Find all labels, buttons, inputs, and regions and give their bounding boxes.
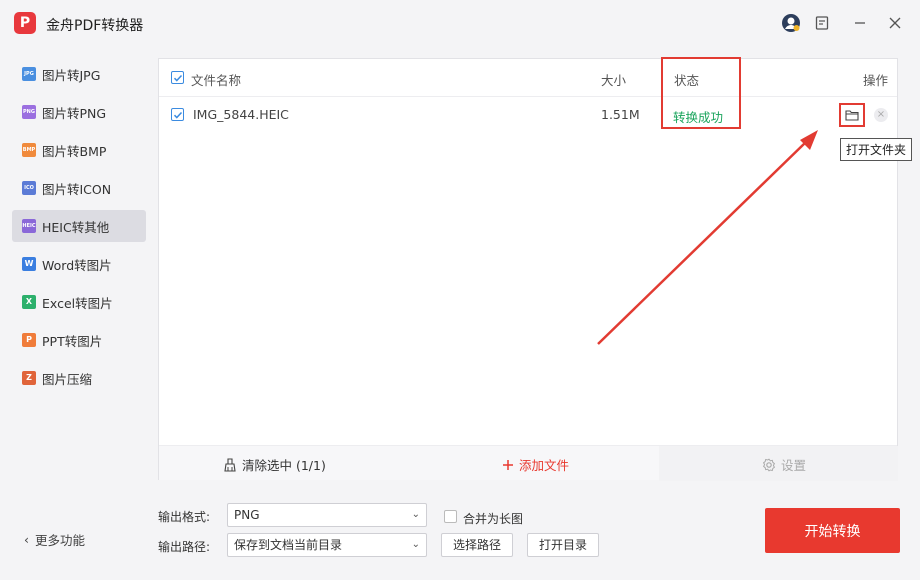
select-all-checkbox[interactable] [171,71,184,84]
open-folder-tooltip: 打开文件夹 [840,138,913,161]
header-size: 大小 [601,73,627,88]
sidebar-item-excel[interactable]: X Excel转图片 [12,286,146,318]
header-file-name: 文件名称 [191,73,242,88]
remove-file-button[interactable]: × [874,108,888,122]
table-header: 文件名称 大小 状态 操作 [159,59,897,97]
file-list-panel: 文件名称 大小 状态 操作 IMG_5844.HEIC 1.51M 转换成功 ×… [158,58,898,481]
user-avatar-icon[interactable] [780,12,802,34]
check-icon [173,74,182,82]
sidebar-item-label: HEIC转其他 [42,219,110,235]
folder-icon [845,110,859,121]
output-format-label: 输出格式: [158,510,211,524]
sidebar-item-label: 图片转BMP [42,143,107,159]
app-logo-icon: P [14,12,36,34]
panel-footer: 清除选中 (1/1) 添加文件 设置 [159,445,898,481]
jpg-file-icon: JPG [22,67,36,81]
gear-icon [762,458,776,471]
plus-icon [503,459,513,470]
sidebar-item-label: Word转图片 [42,257,112,273]
output-format-select[interactable]: PNG ⌄ [227,503,427,527]
open-folder-button[interactable] [839,103,865,127]
sidebar-item-ppt[interactable]: P PPT转图片 [12,324,146,356]
choose-path-button[interactable]: 选择路径 [441,533,513,557]
merge-long-image-checkbox[interactable] [444,510,457,523]
title-bar: P 金舟PDF转换器 [0,0,920,48]
sidebar-item-label: 图片压缩 [42,371,93,387]
more-features-label: 更多功能 [35,533,86,548]
sidebar-item-label: 图片转ICON [42,181,112,197]
open-directory-button[interactable]: 打开目录 [527,533,599,557]
start-convert-button[interactable]: 开始转换 [765,508,900,553]
minimize-button[interactable] [849,12,871,34]
sidebar-item-label: Excel转图片 [42,295,113,311]
merge-long-image-label: 合并为长图 [463,512,524,526]
more-features-link[interactable]: ‹ 更多功能 [24,530,85,549]
ppt-icon: P [22,333,36,347]
broom-icon [224,457,236,472]
word-icon: W [22,257,36,271]
sidebar-item-icon[interactable]: ICO 图片转ICON [12,172,146,204]
sidebar-item-label: 图片转PNG [42,105,107,121]
add-file-label: 添加文件 [519,458,570,473]
sidebar-item-heic[interactable]: HEIC HEIC转其他 [12,210,146,242]
row-size: 1.51M [601,107,640,122]
bmp-file-icon: BMP [22,143,36,157]
chevron-down-icon: ⌄ [411,539,420,550]
sidebar-item-label: 图片转JPG [42,67,101,83]
sidebar-item-bmp[interactable]: BMP 图片转BMP [12,134,146,166]
row-file-name: IMG_5844.HEIC [193,107,289,122]
ico-file-icon: ICO [22,181,36,195]
sidebar-item-jpg[interactable]: JPG 图片转JPG [12,58,146,90]
output-path-select[interactable]: 保存到文档当前目录 ⌄ [227,533,427,557]
clear-selected-button[interactable]: 清除选中 (1/1) [223,455,326,474]
sidebar: JPG 图片转JPG PNG 图片转PNG BMP 图片转BMP ICO 图片转… [0,54,158,494]
row-checkbox[interactable] [171,108,184,121]
add-file-button[interactable]: 添加文件 [502,455,569,474]
close-button[interactable] [884,12,906,34]
output-format-value: PNG [234,508,260,522]
output-path-value: 保存到文档当前目录 [234,538,343,552]
excel-icon: X [22,295,36,309]
output-path-label: 输出路径: [158,540,211,554]
compress-icon: Z [22,371,36,385]
chevron-left-icon: ‹ [24,532,29,547]
app-title: 金舟PDF转换器 [46,18,144,34]
sidebar-item-compress[interactable]: Z 图片压缩 [12,362,146,394]
chevron-down-icon: ⌄ [411,509,420,520]
sidebar-item-png[interactable]: PNG 图片转PNG [12,96,146,128]
settings-label: 设置 [781,458,807,473]
heic-file-icon: HEIC [22,219,36,233]
clear-selected-label: 清除选中 (1/1) [242,458,326,473]
status-highlight-box [661,57,741,129]
table-row[interactable]: IMG_5844.HEIC 1.51M 转换成功 × [159,97,897,133]
sidebar-item-word[interactable]: W Word转图片 [12,248,146,280]
header-action: 操作 [863,73,889,88]
settings-button[interactable]: 设置 [762,455,806,474]
check-icon [173,111,182,119]
feedback-icon[interactable] [811,12,833,34]
sidebar-item-label: PPT转图片 [42,333,103,349]
png-file-icon: PNG [22,105,36,119]
